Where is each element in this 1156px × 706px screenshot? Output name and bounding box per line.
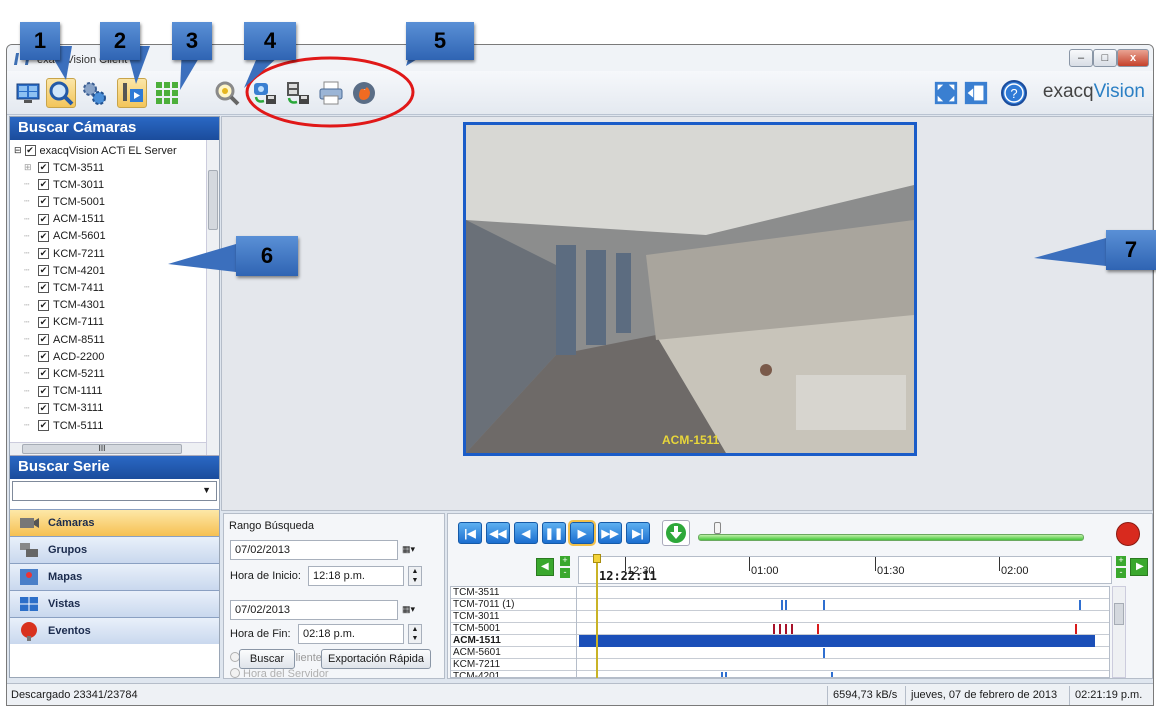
callout-3: 3	[172, 22, 212, 60]
callout-2: 2	[100, 22, 140, 60]
callout-pointer	[168, 244, 236, 272]
callout-7: 7	[1106, 230, 1156, 270]
callout-5: 5	[406, 22, 474, 60]
callout-4: 4	[244, 22, 296, 60]
annotation-overlay	[46, 46, 1106, 272]
callout-pointer	[1034, 238, 1106, 266]
callout-6: 6	[236, 236, 298, 276]
callout-1: 1	[20, 22, 60, 60]
highlight-ellipse	[245, 56, 415, 128]
